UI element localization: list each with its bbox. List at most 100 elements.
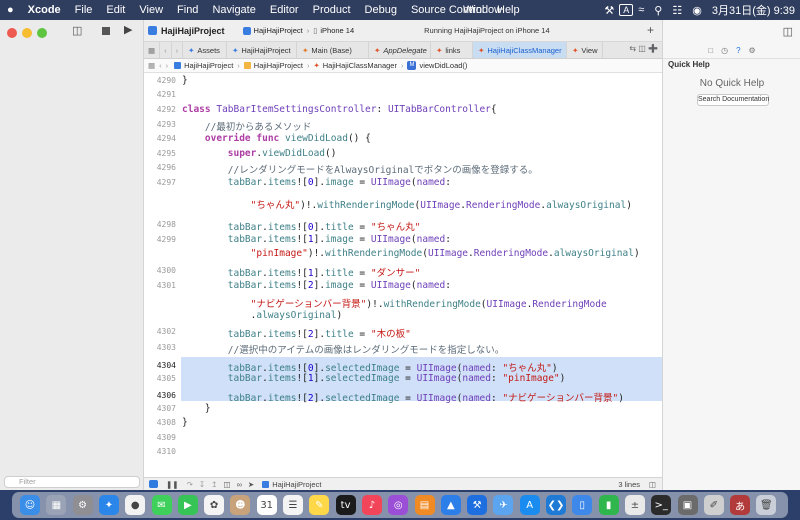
line-number[interactable]: 4304 [146, 361, 176, 370]
jump-file[interactable]: HajiHajiClassManager [323, 61, 397, 70]
step-in-icon[interactable]: ↧ [199, 480, 205, 489]
line-number[interactable]: 4308 [146, 418, 176, 427]
add-tab-button[interactable]: + [647, 23, 654, 37]
siri-icon[interactable]: ◉ [687, 4, 707, 17]
facetime-icon[interactable]: ▶ [177, 495, 198, 515]
chrome-icon[interactable]: ● [125, 495, 146, 515]
trash-icon[interactable]: 🗑 [756, 495, 777, 515]
screen-capture-icon[interactable]: ▣ [677, 495, 698, 515]
inspector-toggle-icon[interactable]: ◫ [663, 20, 800, 42]
code-line[interactable]: } [182, 417, 188, 428]
code-line[interactable]: tabBar.items![2].image = UIImage(named: [182, 280, 451, 291]
view-hierarchy-icon[interactable]: ◫ [223, 480, 230, 489]
photos-icon[interactable]: ✿ [204, 495, 225, 515]
numbers-icon[interactable]: ▮ [598, 495, 619, 515]
tab-hajihajiclassmanager[interactable]: ✦ HajiHajiClassManager [473, 42, 568, 58]
breakpoints-toggle-icon[interactable] [149, 480, 158, 488]
line-number[interactable]: 4310 [146, 447, 176, 456]
code-line[interactable]: .alwaysOriginal) [182, 310, 343, 321]
code-line[interactable]: tabBar.items![2].selectedImage = UIImage… [182, 390, 624, 404]
testflight-icon[interactable]: ✈ [493, 495, 514, 515]
sidebar-toggle-icon[interactable]: ◫ [72, 24, 82, 37]
keynote-icon[interactable]: ▲ [440, 495, 461, 515]
dictionary-icon[interactable]: あ [730, 495, 751, 515]
code-line[interactable]: tabBar.items![1].title = "ダンサー" [182, 265, 421, 279]
calendar-icon[interactable]: 31 [256, 495, 277, 515]
search-documentation-button[interactable]: Search Documentation [697, 94, 769, 106]
line-number[interactable]: 4296 [146, 163, 176, 172]
grid-icon[interactable]: ▦ [148, 61, 155, 70]
attributes-inspector-icon[interactable]: ⚙ [749, 46, 756, 55]
step-out-icon[interactable]: ↥ [211, 480, 217, 489]
code-line[interactable]: tabBar.items![1].selectedImage = UIImage… [182, 373, 566, 384]
line-number[interactable]: 4299 [146, 235, 176, 244]
tv-icon[interactable]: tv [335, 495, 356, 515]
code-line[interactable]: override func viewDidLoad() { [182, 133, 371, 144]
line-number[interactable]: 4305 [146, 374, 176, 383]
app-store-icon[interactable]: A [519, 495, 540, 515]
jump-symbol[interactable]: viewDidLoad() [419, 61, 467, 70]
code-line[interactable]: //選択中のアイテムの画像はレンダリングモードを指定しない。 [182, 342, 505, 356]
xcode-icon[interactable]: ⚒ [467, 495, 488, 515]
code-line[interactable]: tabBar.items![0].selectedImage = UIImage… [182, 360, 558, 374]
menu-help[interactable]: Help [490, 4, 527, 16]
pause-icon[interactable]: ❚❚ [166, 480, 179, 489]
back-history-icon[interactable]: ‹ [159, 61, 162, 70]
line-number[interactable]: 4293 [146, 120, 176, 129]
music-icon[interactable]: ♪ [361, 495, 382, 515]
line-number[interactable]: 4290 [146, 76, 176, 85]
podcasts-icon[interactable]: ◎ [388, 495, 409, 515]
editor-options-icon[interactable]: ⇆ ◫ ➕ [629, 44, 658, 53]
line-number[interactable]: 4292 [146, 105, 176, 114]
calculator-icon[interactable]: ± [624, 495, 645, 515]
xcode-status-icon[interactable]: ⚒ [599, 4, 619, 17]
line-number[interactable]: 4295 [146, 149, 176, 158]
menu-file[interactable]: File [68, 4, 100, 16]
line-number[interactable]: 4302 [146, 327, 176, 336]
menu-debug[interactable]: Debug [358, 4, 404, 16]
quick-help-icon[interactable]: ? [736, 46, 740, 55]
history-inspector-icon[interactable]: ◷ [721, 46, 728, 55]
scheme-selector[interactable]: HajiHajiProject › ▯ iPhone 14 [242, 26, 354, 35]
contacts-icon[interactable]: ☻ [230, 495, 251, 515]
notes-icon[interactable]: ✎ [309, 495, 330, 515]
related-items-icon[interactable]: ▦ [144, 42, 161, 58]
minimize-window-button[interactable] [22, 28, 32, 38]
tab-view[interactable]: ✦ View [567, 42, 604, 58]
messages-icon[interactable]: ✉ [151, 495, 172, 515]
menu-product[interactable]: Product [306, 4, 358, 16]
close-window-button[interactable] [7, 28, 17, 38]
tab-main-base-[interactable]: ✦ Main (Base) [297, 42, 370, 58]
tab-assets[interactable]: ✦ Assets [183, 42, 228, 58]
tab-links[interactable]: ✦ links [431, 42, 474, 58]
line-number[interactable]: 4291 [146, 90, 176, 99]
line-number[interactable]: 4300 [146, 266, 176, 275]
code-line[interactable]: "ちゃん丸")!.withRenderingMode(UIImage.Rende… [182, 197, 632, 211]
debug-target[interactable]: HajiHajiProject [272, 480, 321, 489]
back-icon[interactable]: ‹ [160, 42, 172, 58]
zoom-window-button[interactable] [37, 28, 47, 38]
line-number[interactable]: 4303 [146, 343, 176, 352]
textedit-icon[interactable]: ✐ [703, 495, 724, 515]
code-line[interactable]: tabBar.items![0].title = "ちゃん丸" [182, 219, 421, 233]
memory-graph-icon[interactable]: ∞ [237, 480, 242, 489]
menu-edit[interactable]: Edit [99, 4, 132, 16]
code-line[interactable]: "pinImage")!.withRenderingMode(UIImage.R… [182, 248, 640, 259]
simulator-icon[interactable]: ▯ [572, 495, 593, 515]
app-menu[interactable]: Xcode [21, 4, 68, 16]
safari-icon[interactable]: ✦ [98, 495, 119, 515]
code-line[interactable]: "ナビゲーションバー背景")!.withRenderingMode(UIImag… [182, 296, 607, 310]
menu-navigate[interactable]: Navigate [205, 4, 262, 16]
code-line[interactable]: super.viewDidLoad() [182, 148, 337, 159]
line-number[interactable]: 4307 [146, 404, 176, 413]
control-center-icon[interactable]: ☷ [667, 4, 687, 17]
file-inspector-icon[interactable]: □ [708, 46, 713, 55]
tab-hajihajiproject[interactable]: ✦ HajiHajiProject [227, 42, 298, 58]
jump-project[interactable]: HajiHajiProject [184, 61, 233, 70]
input-method-icon[interactable]: A [619, 4, 634, 16]
menu-view[interactable]: View [132, 4, 170, 16]
code-line[interactable]: } [182, 75, 188, 86]
code-line[interactable]: tabBar.items![2].title = "木の板" [182, 326, 411, 340]
menu-find[interactable]: Find [170, 4, 205, 16]
code-line[interactable]: class TabBarItemSettingsController: UITa… [182, 104, 497, 115]
